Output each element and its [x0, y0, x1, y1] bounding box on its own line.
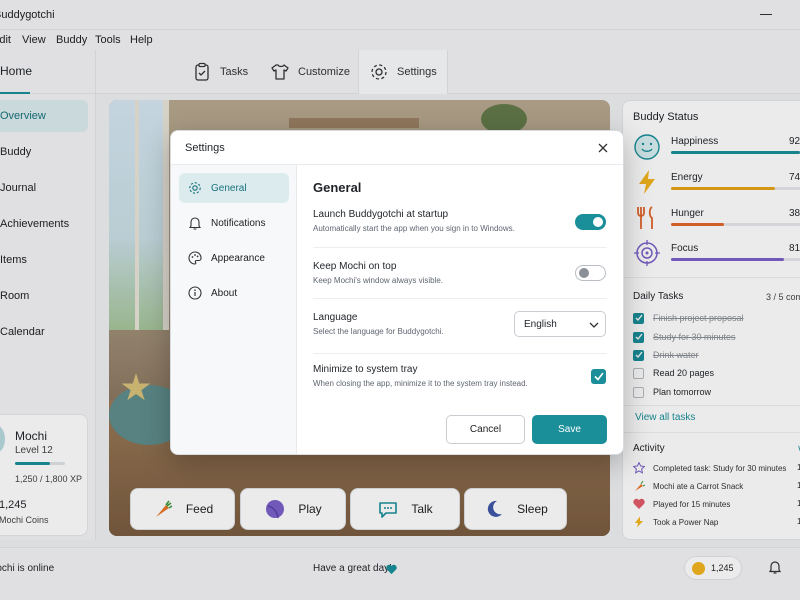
minimize-tray-checkbox[interactable]	[591, 369, 606, 384]
save-button[interactable]: Save	[532, 415, 607, 444]
dialog-title: Settings	[185, 142, 225, 154]
check-icon	[593, 372, 604, 381]
setting-label: Launch Buddygotchi at startup	[313, 209, 449, 220]
gear-icon	[189, 182, 201, 194]
divider	[313, 298, 607, 299]
setting-label: Language	[313, 312, 358, 323]
dialog-header: Settings	[171, 131, 623, 165]
cancel-button[interactable]: Cancel	[446, 415, 525, 444]
settings-nav-about[interactable]: About	[179, 278, 289, 308]
cancel-label: Cancel	[469, 424, 502, 435]
info-icon	[188, 286, 202, 300]
toggle-knob	[593, 217, 603, 227]
setting-description: Select the language for Buddygotchi.	[313, 327, 444, 336]
divider	[313, 247, 607, 248]
save-label: Save	[558, 424, 581, 435]
launch-startup-toggle[interactable]	[575, 214, 606, 230]
settings-nav-label: General	[211, 182, 247, 194]
chevron-down-icon	[589, 322, 599, 328]
settings-content: General Launch Buddygotchi at startup Au…	[313, 165, 607, 454]
bell-icon	[188, 217, 202, 230]
toggle-knob	[579, 268, 589, 278]
section-title: General	[313, 180, 362, 195]
settings-nav-label: About	[211, 287, 238, 299]
divider	[313, 353, 607, 354]
close-icon[interactable]	[597, 142, 609, 154]
settings-nav-label: Appearance	[211, 252, 265, 264]
setting-label: Keep Mochi on top	[313, 261, 397, 272]
setting-label: Minimize to system tray	[313, 364, 418, 375]
settings-nav-general[interactable]: General	[179, 173, 289, 203]
setting-description: When closing the app, minimize it to the…	[313, 379, 528, 388]
settings-nav-appearance[interactable]: Appearance	[179, 243, 289, 273]
language-select[interactable]: English	[514, 311, 606, 337]
palette-icon	[188, 251, 202, 265]
settings-nav-label: Notifications	[211, 217, 266, 229]
setting-description: Automatically start the app when you sig…	[313, 224, 515, 233]
settings-nav: General Notifications Appearance About	[171, 165, 297, 454]
language-selected-value: English	[524, 319, 557, 330]
settings-dialog: Settings General Notifications Appearanc…	[170, 130, 624, 455]
keep-on-top-toggle[interactable]	[575, 265, 606, 281]
settings-nav-notifications[interactable]: Notifications	[179, 208, 289, 238]
setting-description: Keep Mochi's window always visible.	[313, 276, 444, 285]
